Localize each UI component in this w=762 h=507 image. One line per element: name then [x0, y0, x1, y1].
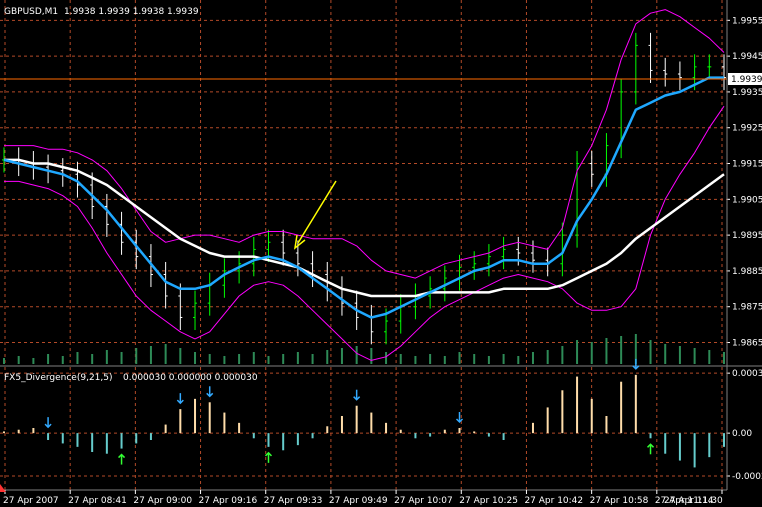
- time-tick-label: 27 Apr 10:07: [394, 496, 453, 506]
- price-tick-label: 1.9905: [732, 195, 762, 205]
- price-tick-label: 1.9885: [732, 267, 762, 277]
- price-tick-label: 1.9955: [732, 16, 762, 26]
- time-tick-label: 27 Apr 10:42: [524, 496, 583, 506]
- price-tick-label: 1.9895: [732, 231, 762, 241]
- indicator-tick-label: 0.00: [732, 429, 752, 439]
- price-tick-label: 1.9865: [732, 339, 762, 349]
- indicator-tick-label: 0.00035: [732, 369, 762, 379]
- current-price-label: 1.9939: [731, 75, 762, 85]
- time-tick-label: 27 Apr 11:30: [664, 496, 723, 506]
- price-tick-label: 1.9935: [732, 88, 762, 98]
- time-tick-label: 27 Apr 09:00: [133, 496, 192, 506]
- chart-background: [0, 0, 762, 507]
- time-tick-label: 27 Apr 10:58: [590, 496, 649, 506]
- time-tick-label: 27 Apr 08:41: [68, 496, 127, 506]
- indicator-title: FX5_Divergence(9,21,5): [4, 373, 113, 383]
- time-tick-label: 27 Apr 2007: [3, 496, 59, 506]
- price-tick-label: 1.9945: [732, 52, 762, 62]
- time-tick-label: 27 Apr 09:33: [264, 496, 323, 506]
- ohlc-readout: 1.9938 1.9939 1.9938 1.9939: [64, 7, 199, 17]
- indicator-values: 0.000030 0.000000 0.000030: [123, 373, 258, 383]
- price-tick-label: 1.9875: [732, 303, 762, 313]
- time-tick-label: 27 Apr 09:49: [329, 496, 388, 506]
- current-price-tag: 1.9939: [728, 73, 762, 85]
- price-tick-label: 1.9915: [732, 160, 762, 170]
- indicator-tick-label: -0.00025: [732, 472, 762, 482]
- price-tick-label: 1.9925: [732, 124, 762, 134]
- symbol-title: GBPUSD,M1: [4, 7, 58, 17]
- chart-window[interactable]: GBPUSD,M1 1.9938 1.9939 1.9938 1.9939 1.…: [0, 0, 762, 507]
- time-tick-label: 27 Apr 09:16: [199, 496, 258, 506]
- time-tick-label: 27 Apr 10:25: [459, 496, 518, 506]
